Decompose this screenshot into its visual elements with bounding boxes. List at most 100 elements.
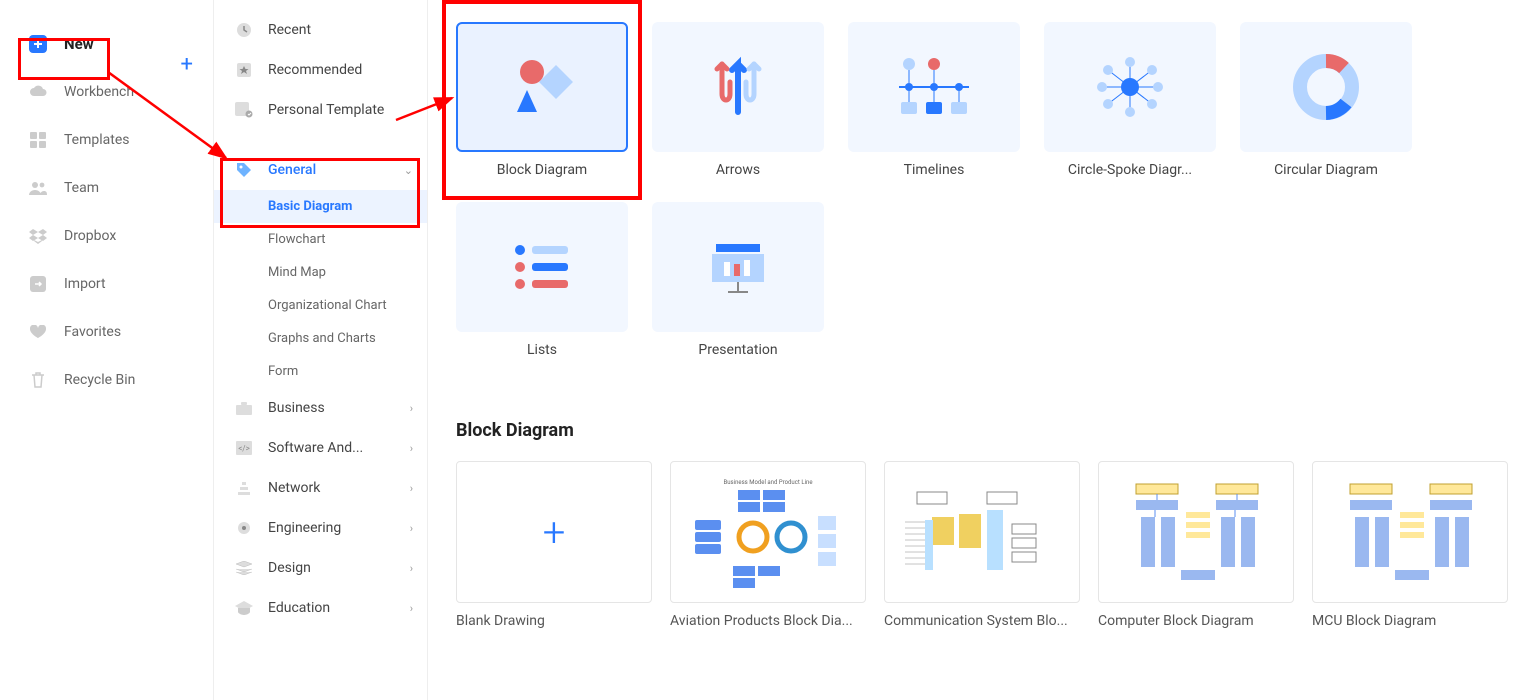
spoke-icon xyxy=(1090,52,1170,122)
cat-recommended[interactable]: Recommended xyxy=(214,50,427,90)
chevron-right-icon: › xyxy=(410,602,413,615)
nav-recycle[interactable]: Recycle Bin xyxy=(0,356,213,404)
chevron-right-icon: › xyxy=(410,522,413,535)
nav-label: Recycle Bin xyxy=(64,372,135,388)
card-thumb xyxy=(1044,22,1216,152)
card-circular[interactable]: Circular Diagram xyxy=(1240,22,1412,178)
nav-dropbox[interactable]: Dropbox xyxy=(0,212,213,260)
diagram-type-grid: Block Diagram Arrows xyxy=(456,22,1499,358)
layers-icon xyxy=(234,558,254,578)
cat-label: Design xyxy=(268,560,311,576)
main-content: Block Diagram Arrows xyxy=(428,0,1527,700)
grid-icon xyxy=(28,130,48,150)
sub-orgchart[interactable]: Organizational Chart xyxy=(214,289,427,322)
nav-label: Team xyxy=(64,180,99,196)
chevron-right-icon: › xyxy=(410,442,413,455)
cat-general[interactable]: General ⌄ xyxy=(214,150,427,190)
card-label: Circular Diagram xyxy=(1240,162,1412,178)
star-icon xyxy=(234,60,254,80)
card-thumb xyxy=(456,22,628,152)
list-icon xyxy=(502,232,582,302)
tmpl-label: Communication System Blo... xyxy=(884,613,1080,629)
block-preview-icon xyxy=(1325,472,1495,592)
cat-label: Software And... xyxy=(268,440,363,456)
nav-templates[interactable]: Templates xyxy=(0,116,213,164)
tmpl-blank[interactable]: + Blank Drawing xyxy=(456,461,652,629)
shapes-icon xyxy=(502,52,582,122)
trash-icon xyxy=(28,370,48,390)
card-label: Timelines xyxy=(848,162,1020,178)
sub-mindmap[interactable]: Mind Map xyxy=(214,256,427,289)
card-presentation[interactable]: Presentation xyxy=(652,202,824,358)
chevron-right-icon: › xyxy=(410,562,413,575)
chevron-down-icon: ⌄ xyxy=(404,164,413,177)
cat-personal-template[interactable]: Personal Template xyxy=(214,90,427,130)
svg-text:Business Model and Product Lin: Business Model and Product Line xyxy=(723,479,812,486)
tmpl-thumb: Business Model and Product Line xyxy=(670,461,866,603)
nav-label: Favorites xyxy=(64,324,121,340)
cat-engineering[interactable]: Engineering › xyxy=(214,508,427,548)
tmpl-label: Blank Drawing xyxy=(456,613,652,629)
clock-icon xyxy=(234,20,254,40)
presentation-icon xyxy=(698,232,778,302)
nav-label: Workbench xyxy=(64,84,134,100)
card-block-diagram[interactable]: Block Diagram xyxy=(456,22,628,178)
template-personal-icon xyxy=(234,100,254,120)
cat-label: Network xyxy=(268,480,320,496)
cat-label: Recommended xyxy=(268,62,362,78)
cat-education[interactable]: Education › xyxy=(214,588,427,628)
plus-square-icon xyxy=(28,34,48,54)
nav-label: Templates xyxy=(64,132,130,148)
card-label: Presentation xyxy=(652,342,824,358)
card-thumb xyxy=(652,202,824,332)
card-timelines[interactable]: Timelines xyxy=(848,22,1020,178)
sub-flowchart[interactable]: Flowchart xyxy=(214,223,427,256)
cat-label: Engineering xyxy=(268,520,341,536)
cat-business[interactable]: Business › xyxy=(214,388,427,428)
circuit-icon xyxy=(234,518,254,538)
block-preview-icon xyxy=(1111,472,1281,592)
nav-favorites[interactable]: Favorites xyxy=(0,308,213,356)
card-circle-spoke[interactable]: Circle-Spoke Diagr... xyxy=(1044,22,1216,178)
tmpl-label: MCU Block Diagram xyxy=(1312,613,1508,629)
block-preview-icon: Business Model and Product Line xyxy=(683,472,853,592)
arrows-icon xyxy=(698,52,778,122)
card-lists[interactable]: Lists xyxy=(456,202,628,358)
donut-icon xyxy=(1286,52,1366,122)
tmpl-label: Aviation Products Block Dia... xyxy=(670,613,866,629)
briefcase-icon xyxy=(234,398,254,418)
nav-label: Dropbox xyxy=(64,228,116,244)
cat-recent[interactable]: Recent xyxy=(214,10,427,50)
plus-icon: + xyxy=(543,509,566,556)
sub-graphs[interactable]: Graphs and Charts xyxy=(214,322,427,355)
card-label: Arrows xyxy=(652,162,824,178)
tmpl-thumb xyxy=(884,461,1080,603)
code-icon: </> xyxy=(234,438,254,458)
create-plus-button[interactable]: + xyxy=(181,52,193,77)
cat-design[interactable]: Design › xyxy=(214,548,427,588)
card-label: Circle-Spoke Diagr... xyxy=(1044,162,1216,178)
people-icon xyxy=(28,178,48,198)
cat-label: Recent xyxy=(268,22,311,38)
tmpl-aviation[interactable]: Business Model and Product Line Aviation… xyxy=(670,461,866,629)
tmpl-mcu[interactable]: MCU Block Diagram xyxy=(1312,461,1508,629)
tmpl-communication[interactable]: Communication System Blo... xyxy=(884,461,1080,629)
cat-network[interactable]: Network › xyxy=(214,468,427,508)
card-arrows[interactable]: Arrows xyxy=(652,22,824,178)
cat-label: Business xyxy=(268,400,325,416)
chevron-right-icon: › xyxy=(410,482,413,495)
cat-software[interactable]: </> Software And... › xyxy=(214,428,427,468)
tag-icon xyxy=(234,160,254,180)
chevron-right-icon: › xyxy=(410,402,413,415)
tmpl-computer[interactable]: Computer Block Diagram xyxy=(1098,461,1294,629)
sub-form[interactable]: Form xyxy=(214,355,427,388)
card-thumb xyxy=(456,202,628,332)
timeline-icon xyxy=(889,52,979,122)
cat-label: General xyxy=(268,162,316,178)
card-thumb xyxy=(848,22,1020,152)
sub-basic-diagram[interactable]: Basic Diagram xyxy=(214,190,427,223)
nav-team[interactable]: Team xyxy=(0,164,213,212)
tmpl-thumb: + xyxy=(456,461,652,603)
card-label: Block Diagram xyxy=(456,162,628,178)
nav-import[interactable]: Import xyxy=(0,260,213,308)
